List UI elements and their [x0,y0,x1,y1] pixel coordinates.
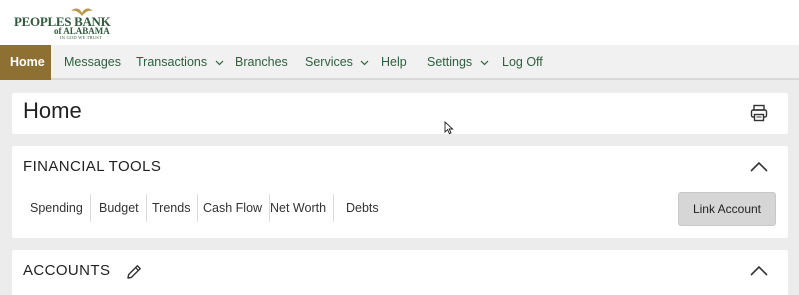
printer-icon[interactable] [750,104,768,122]
nav-item-label: Help [381,55,407,69]
nav-item-label: Branches [235,55,288,69]
nav-item-help[interactable]: Help [381,45,407,80]
main-nav: Home Messages Transactions Branches Serv… [0,45,799,80]
nav-item-services[interactable]: Services [305,45,369,80]
header-bar: PEOPLES BANK of ALABAMA IN GOD WE TRUST [0,0,799,45]
nav-item-label: Services [305,55,353,69]
chevron-down-icon [480,60,489,66]
link-account-button[interactable]: Link Account [678,192,776,226]
mouse-cursor-icon [444,121,454,135]
accounts-title: ACCOUNTS [23,262,111,279]
chevron-up-icon[interactable] [750,264,768,276]
tool-tab-trends[interactable]: Trends [145,194,199,222]
home-header-card: Home [12,93,788,134]
logo-motto: IN GOD WE TRUST [60,35,102,40]
nav-item-label: Messages [64,55,121,69]
accounts-card: ACCOUNTS [12,250,788,295]
tool-tab-cash-flow[interactable]: Cash Flow [196,194,271,222]
tool-tab-budget[interactable]: Budget [92,194,147,222]
nav-item-transactions[interactable]: Transactions [136,45,224,80]
chevron-down-icon [215,60,224,66]
nav-item-log-off[interactable]: Log Off [502,45,543,80]
nav-item-label: Settings [427,55,473,69]
financial-tools-title: FINANCIAL TOOLS [23,158,162,175]
financial-tools-card: FINANCIAL TOOLS Spending Budget Trends C… [12,146,788,238]
tool-tab-net-worth[interactable]: Net Worth [263,194,335,222]
nav-item-settings[interactable]: Settings [427,45,489,80]
nav-item-label: Transactions [136,55,208,69]
nav-item-home[interactable]: Home [0,45,51,80]
nav-item-label: Log Off [502,55,543,69]
nav-item-label: Home [10,55,45,69]
pencil-icon[interactable] [125,263,143,281]
bank-logo[interactable]: PEOPLES BANK of ALABAMA IN GOD WE TRUST [14,5,120,41]
chevron-down-icon [360,60,369,66]
nav-item-branches[interactable]: Branches [235,45,288,80]
nav-item-messages[interactable]: Messages [64,45,121,80]
page-title: Home [23,98,82,123]
tool-tab-spending[interactable]: Spending [23,194,91,222]
chevron-up-icon[interactable] [750,160,768,172]
tool-tab-debts[interactable]: Debts [339,194,386,222]
